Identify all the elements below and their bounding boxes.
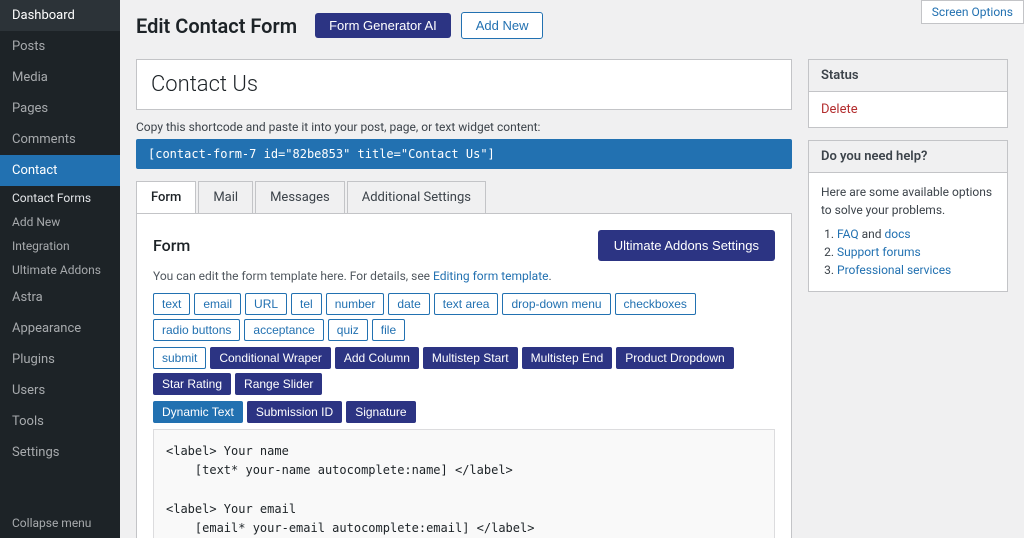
screen-options-button[interactable]: Screen Options (921, 0, 1024, 24)
tag-btn-file[interactable]: file (372, 319, 405, 341)
tag-btn-number[interactable]: number (326, 293, 385, 315)
tag-btn-conditional-wrapper[interactable]: Conditional Wraper (210, 347, 331, 369)
form-tabs: Form Mail Messages Additional Settings (136, 181, 792, 214)
tag-btn-range-slider[interactable]: Range Slider (235, 373, 322, 395)
sidebar: Dashboard Posts Media Pages Comments Con… (0, 0, 120, 538)
tag-btn-dynamic-text[interactable]: Dynamic Text (153, 401, 243, 423)
status-box: Status Delete (808, 59, 1008, 128)
main-content: Screen Options Edit Contact Form Form Ge… (120, 0, 1024, 538)
help-list: FAQ and docs Support forums Professional… (821, 227, 995, 277)
help-item-faq: FAQ and docs (837, 227, 995, 241)
sidebar-item-media[interactable]: Media (0, 62, 120, 93)
sidebar-item-tools[interactable]: Tools (0, 406, 120, 437)
help-box: Do you need help? Here are some availabl… (808, 140, 1008, 292)
shortcode-box[interactable]: [contact-form-7 id="82be853" title="Cont… (136, 139, 792, 169)
tab-messages[interactable]: Messages (255, 181, 345, 213)
tag-btn-quiz[interactable]: quiz (328, 319, 368, 341)
editing-form-template-link[interactable]: Editing form template (433, 269, 548, 283)
tag-buttons-row1: text email URL tel number date text area… (153, 293, 775, 341)
form-generator-ai-button[interactable]: Form Generator AI (315, 13, 451, 38)
professional-services-link[interactable]: Professional services (837, 263, 951, 277)
tag-btn-product-dropdown[interactable]: Product Dropdown (616, 347, 733, 369)
tag-btn-star-rating[interactable]: Star Rating (153, 373, 231, 395)
sidebar-item-contact[interactable]: Contact (0, 155, 120, 186)
tag-btn-date[interactable]: date (388, 293, 429, 315)
tag-btn-dropdown[interactable]: drop-down menu (502, 293, 610, 315)
tag-buttons-row2: submit Conditional Wraper Add Column Mul… (153, 347, 775, 395)
status-box-title: Status (809, 60, 1007, 92)
tab-mail[interactable]: Mail (198, 181, 253, 213)
help-item-professional: Professional services (837, 263, 995, 277)
tag-btn-email[interactable]: email (194, 293, 241, 315)
ultimate-addons-settings-button[interactable]: Ultimate Addons Settings (598, 230, 775, 261)
sidebar-item-posts[interactable]: Posts (0, 31, 120, 62)
right-sidebar: Status Delete Do you need help? Here are… (808, 59, 1008, 526)
tag-btn-checkboxes[interactable]: checkboxes (615, 293, 696, 315)
docs-link[interactable]: docs (885, 227, 911, 241)
sidebar-item-comments[interactable]: Comments (0, 124, 120, 155)
form-panel-header: Form Ultimate Addons Settings (153, 230, 775, 261)
form-panel: Form Ultimate Addons Settings You can ed… (136, 214, 792, 538)
sidebar-sub-add-new[interactable]: Add New (0, 210, 120, 234)
main-body: Contact Us Copy this shortcode and paste… (120, 47, 1024, 538)
tag-buttons-row3: Dynamic Text Submission ID Signature (153, 401, 775, 423)
sidebar-item-settings[interactable]: Settings (0, 437, 120, 468)
tag-btn-acceptance[interactable]: acceptance (244, 319, 323, 341)
form-title-box: Contact Us (136, 59, 792, 110)
tag-btn-tel[interactable]: tel (291, 293, 322, 315)
support-forums-link[interactable]: Support forums (837, 245, 921, 259)
tag-btn-multistep-start[interactable]: Multistep Start (423, 347, 518, 369)
form-title: Contact Us (151, 72, 258, 97)
sidebar-item-pages[interactable]: Pages (0, 93, 120, 124)
tag-btn-text[interactable]: text (153, 293, 190, 315)
tag-btn-submission-id[interactable]: Submission ID (247, 401, 342, 423)
sidebar-item-users[interactable]: Users (0, 375, 120, 406)
sidebar-item-plugins[interactable]: Plugins (0, 344, 120, 375)
content-area: Contact Us Copy this shortcode and paste… (136, 59, 792, 526)
add-new-button[interactable]: Add New (461, 12, 544, 39)
tab-additional-settings[interactable]: Additional Settings (347, 181, 486, 213)
help-item-support: Support forums (837, 245, 995, 259)
form-panel-title: Form (153, 236, 190, 255)
collapse-menu[interactable]: Collapse menu (0, 508, 120, 538)
tag-btn-url[interactable]: URL (245, 293, 287, 315)
sidebar-sub-integration[interactable]: Integration (0, 234, 120, 258)
code-editor[interactable]: <label> Your name [text* your-name autoc… (153, 429, 775, 538)
sidebar-sub-contact-forms[interactable]: Contact Forms (0, 186, 120, 210)
delete-link[interactable]: Delete (821, 102, 858, 117)
tag-btn-radio[interactable]: radio buttons (153, 319, 240, 341)
tab-form[interactable]: Form (136, 181, 196, 213)
tag-btn-multistep-end[interactable]: Multistep End (522, 347, 613, 369)
tag-btn-textarea[interactable]: text area (434, 293, 499, 315)
page-title: Edit Contact Form (136, 14, 297, 38)
sidebar-item-astra[interactable]: Astra (0, 282, 120, 313)
form-description: You can edit the form template here. For… (153, 269, 775, 283)
status-box-body: Delete (809, 92, 1007, 127)
tag-btn-signature[interactable]: Signature (346, 401, 415, 423)
faq-link[interactable]: FAQ (837, 227, 859, 241)
sidebar-sub-ultimate-addons[interactable]: Ultimate Addons (0, 258, 120, 282)
help-box-title: Do you need help? (809, 141, 1007, 173)
sidebar-item-dashboard[interactable]: Dashboard (0, 0, 120, 31)
page-header: Edit Contact Form Form Generator AI Add … (120, 0, 1024, 47)
help-box-body: Here are some available options to solve… (809, 173, 1007, 291)
tag-btn-add-column[interactable]: Add Column (335, 347, 419, 369)
sidebar-item-appearance[interactable]: Appearance (0, 313, 120, 344)
help-text: Here are some available options to solve… (821, 183, 995, 219)
tag-btn-submit[interactable]: submit (153, 347, 206, 369)
shortcode-label: Copy this shortcode and paste it into yo… (136, 120, 792, 134)
